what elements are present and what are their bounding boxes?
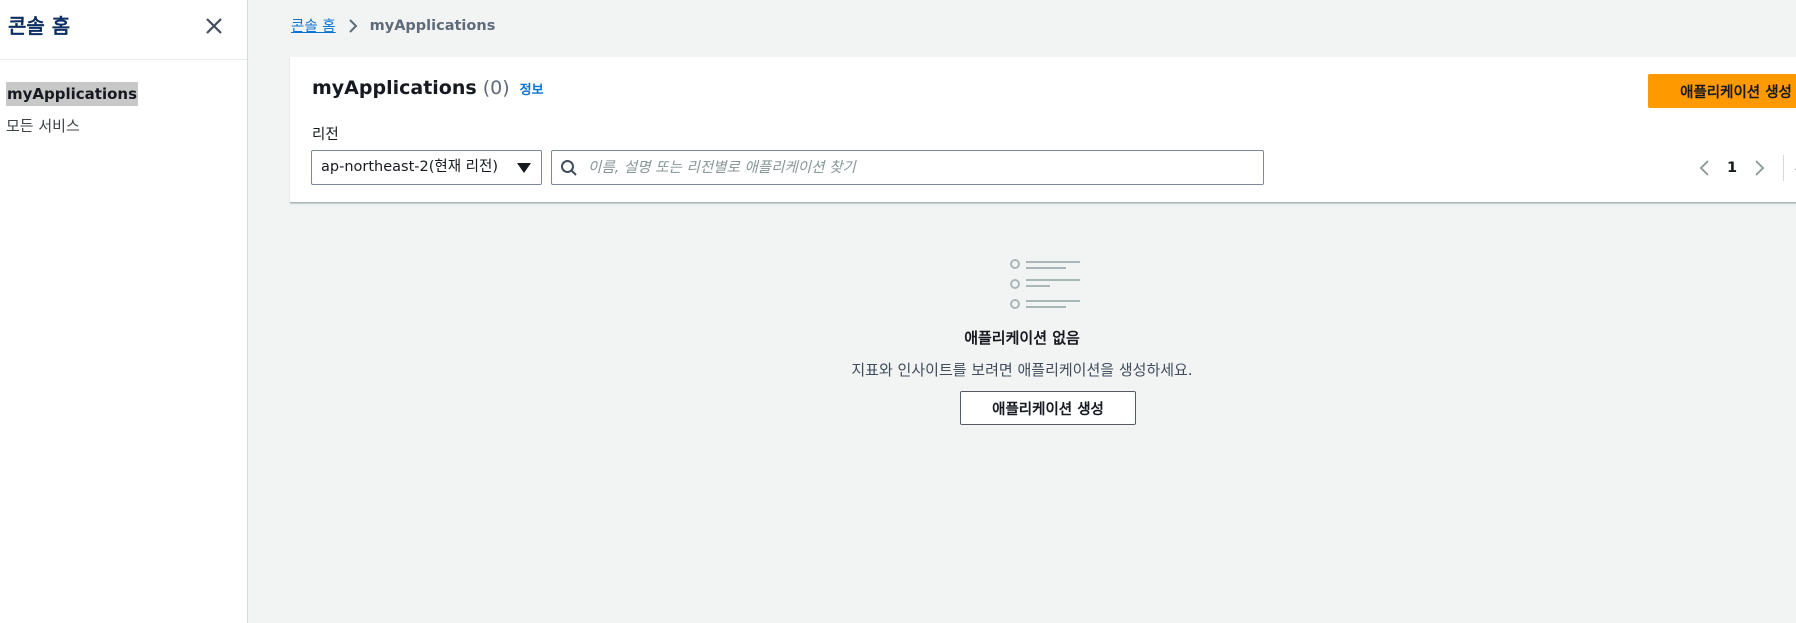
sidebar-item-myapplications[interactable]: myApplications	[6, 82, 139, 106]
caret-down-icon	[517, 163, 531, 173]
sidebar-title[interactable]: 콘솔 홈	[8, 10, 70, 39]
search-icon	[561, 160, 577, 176]
applications-panel: myApplications (0) 정보 애플리케이션 생성 리전 ap-no…	[290, 57, 1796, 203]
empty-state-description: 지표와 인사이트를 보려면 애플리케이션을 생성하세요.	[851, 361, 1193, 379]
empty-state-title: 애플리케이션 없음	[964, 329, 1080, 347]
panel-title: myApplications (0) 정보	[312, 77, 544, 99]
empty-list-icon	[1010, 259, 1080, 309]
chevron-right-icon[interactable]	[1749, 156, 1769, 180]
breadcrumb-home-link[interactable]: 콘솔 홈	[291, 15, 336, 36]
sidebar-header: 콘솔 홈	[0, 0, 247, 60]
sidebar-nav: myApplications 모든 서비스	[6, 82, 139, 146]
search-box[interactable]	[551, 150, 1264, 185]
page-number[interactable]: 1	[1727, 160, 1737, 176]
region-select[interactable]: ap-northeast-2(현재 리전)	[311, 150, 542, 185]
sidebar-item-all-services[interactable]: 모든 서비스	[6, 114, 138, 138]
panel-title-text: myApplications	[312, 77, 477, 99]
pager-divider	[1783, 155, 1785, 181]
close-icon[interactable]	[202, 14, 226, 38]
breadcrumb: 콘솔 홈 myApplications	[291, 15, 495, 36]
search-input[interactable]	[588, 151, 1258, 184]
empty-create-application-button[interactable]: 애플리케이션 생성	[960, 391, 1136, 425]
info-link[interactable]: 정보	[520, 79, 544, 98]
main-content: 콘솔 홈 myApplications myApplications (0) 정…	[248, 0, 1796, 623]
breadcrumb-current: myApplications	[369, 17, 496, 34]
chevron-right-icon	[348, 18, 358, 33]
side-navigation: 콘솔 홈 myApplications 모든 서비스	[0, 0, 248, 623]
create-application-button[interactable]: 애플리케이션 생성	[1648, 74, 1796, 108]
panel-count: (0)	[482, 77, 510, 99]
region-select-value: ap-northeast-2(현재 리전)	[321, 159, 499, 175]
region-label: 리전	[312, 127, 339, 143]
pagination: 1	[1695, 155, 1796, 181]
chevron-left-icon[interactable]	[1695, 156, 1715, 180]
